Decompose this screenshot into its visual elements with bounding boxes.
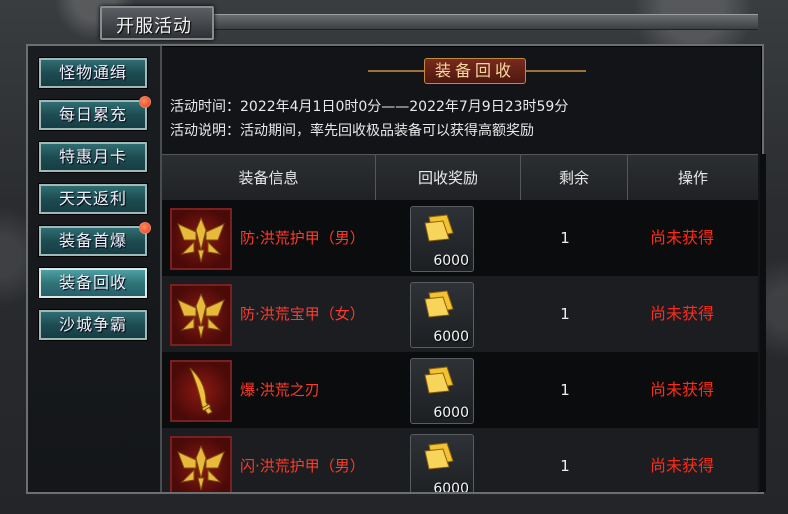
item-name: 闪·洪荒护甲（男） (240, 457, 365, 475)
title-rail (210, 14, 758, 30)
game-window: 开服活动 怪物通缉 每日累充 特惠月卡 天天返利 装备首爆 装备回收 沙城争霸 … (0, 0, 788, 514)
sidebar-item-monster-bounty[interactable]: 怪物通缉 (38, 57, 148, 89)
armor-icon[interactable] (170, 436, 232, 492)
armor-icon[interactable] (170, 284, 232, 346)
reward-slot[interactable]: 6000 (410, 358, 474, 424)
reward-quantity: 6000 (433, 329, 469, 345)
banner-rule-right (526, 70, 586, 72)
sidebar-item-label: 沙城争霸 (58, 315, 127, 334)
table-header: 装备信息 回收奖励 剩余 操作 (162, 154, 758, 202)
status-text: 尚未获得 (649, 456, 714, 475)
notification-dot (139, 96, 151, 108)
gold-ingot-icon (424, 366, 454, 394)
reward-quantity: 6000 (433, 405, 469, 421)
sidebar: 怪物通缉 每日累充 特惠月卡 天天返利 装备首爆 装备回收 沙城争霸 (28, 46, 162, 492)
table-row: 闪·洪荒护甲（男） 6000 1 尚未获得 (162, 428, 758, 492)
window-title: 开服活动 (116, 16, 192, 37)
status-text: 尚未获得 (649, 304, 714, 323)
reward-quantity: 6000 (433, 253, 469, 269)
banner-title: 装备回收 (424, 58, 526, 84)
header-equipment-info: 装备信息 (162, 155, 376, 201)
status-text: 尚未获得 (649, 380, 714, 399)
table-row: 防·洪荒宝甲（女） 6000 1 尚未获得 (162, 276, 758, 352)
header-reward: 回收奖励 (376, 155, 521, 201)
header-remaining: 剩余 (521, 155, 628, 201)
activity-time: 活动时间：2022年4月1日0时0分——2022年7月9日23时59分 (170, 99, 569, 115)
sidebar-item-castle-war[interactable]: 沙城争霸 (38, 309, 148, 341)
sidebar-item-label: 每日累充 (58, 105, 127, 124)
sidebar-item-label: 装备回收 (58, 273, 127, 292)
reward-slot[interactable]: 6000 (410, 206, 474, 272)
scrollbar[interactable] (760, 154, 766, 492)
remaining-count: 1 (560, 305, 570, 323)
sidebar-item-daily-rebate[interactable]: 天天返利 (38, 183, 148, 215)
reward-quantity: 6000 (433, 481, 469, 492)
sidebar-item-equipment-recycle[interactable]: 装备回收 (38, 267, 148, 299)
item-name: 防·洪荒宝甲（女） (240, 305, 365, 323)
armor-icon[interactable] (170, 208, 232, 270)
gold-ingot-icon (424, 442, 454, 470)
activity-description: 活动说明：活动期间，率先回收极品装备可以获得高额奖励 (170, 123, 534, 139)
reward-slot[interactable]: 6000 (410, 434, 474, 492)
sidebar-item-monthly-card[interactable]: 特惠月卡 (38, 141, 148, 173)
reward-slot[interactable]: 6000 (410, 282, 474, 348)
header-operation: 操作 (677, 169, 708, 187)
gold-ingot-icon (424, 290, 454, 318)
window-title-plate: 开服活动 (100, 6, 214, 40)
sidebar-item-label: 特惠月卡 (58, 147, 127, 166)
remaining-count: 1 (560, 381, 570, 399)
sidebar-item-daily-recharge[interactable]: 每日累充 (38, 96, 151, 131)
remaining-count: 1 (560, 457, 570, 475)
banner-rule-left (368, 70, 428, 72)
section-banner: 装备回收 (368, 58, 586, 84)
gold-ingot-icon (424, 214, 454, 242)
sidebar-item-label: 怪物通缉 (58, 63, 127, 82)
remaining-count: 1 (560, 229, 570, 247)
table-row: 爆·洪荒之刃 6000 1 尚未获得 (162, 352, 758, 428)
sidebar-item-label: 装备首爆 (58, 231, 127, 250)
notification-dot (139, 222, 151, 234)
status-text: 尚未获得 (649, 228, 714, 247)
main-panel: 怪物通缉 每日累充 特惠月卡 天天返利 装备首爆 装备回收 沙城争霸 装备回收 … (26, 44, 766, 494)
sidebar-item-first-drop[interactable]: 装备首爆 (38, 222, 151, 257)
sidebar-item-label: 天天返利 (58, 189, 127, 208)
item-name: 防·洪荒护甲（男） (240, 229, 365, 247)
item-name: 爆·洪荒之刃 (240, 381, 320, 399)
content-area: 装备回收 活动时间：2022年4月1日0时0分——2022年7月9日23时59分… (162, 46, 766, 492)
blade-icon[interactable] (170, 360, 232, 422)
table-row: 防·洪荒护甲（男） 6000 1 尚未获得 (162, 200, 758, 276)
